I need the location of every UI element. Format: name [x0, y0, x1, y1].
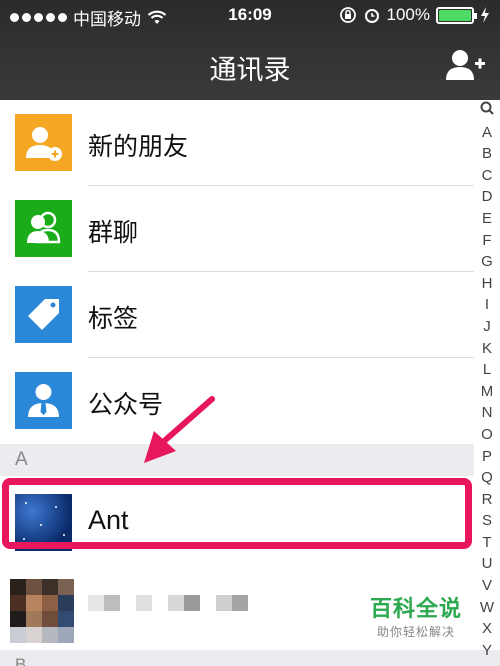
index-letter[interactable]: Y — [482, 640, 492, 662]
avatar — [10, 579, 74, 643]
tags-label: 标签 — [88, 305, 139, 333]
index-letter[interactable]: K — [482, 338, 492, 360]
index-letter[interactable]: A — [482, 122, 492, 144]
index-letter[interactable]: W — [480, 597, 494, 619]
index-letter[interactable]: V — [482, 575, 492, 597]
index-letter[interactable]: Z — [482, 661, 491, 666]
index-letter[interactable]: L — [483, 359, 491, 381]
group-chat-item[interactable]: 群聊 — [0, 186, 474, 272]
official-accounts-item[interactable]: 公众号 — [0, 358, 474, 444]
index-letter[interactable]: T — [482, 532, 491, 554]
blurred-name — [88, 595, 248, 611]
watermark: 百科全说 助你轻松解决 — [366, 591, 466, 640]
new-friends-item[interactable]: 新的朋友 — [0, 100, 474, 186]
section-header-b: B — [0, 650, 500, 666]
add-contact-icon — [446, 50, 485, 80]
index-letter[interactable]: D — [482, 186, 493, 208]
index-letter[interactable]: J — [483, 316, 491, 338]
index-letter[interactable]: G — [481, 251, 493, 273]
highlight-box — [2, 478, 472, 549]
index-bar[interactable]: A B C D E F G H I J K L M N O P Q R S T … — [474, 100, 500, 666]
alarm-icon — [364, 9, 379, 23]
charging-icon — [481, 7, 489, 23]
new-friends-label: 新的朋友 — [88, 133, 189, 161]
index-letter[interactable]: Q — [481, 467, 493, 489]
group-chat-icon — [15, 200, 72, 257]
rotation-lock-icon — [339, 7, 356, 23]
status-right: 100% — [339, 5, 490, 25]
index-letter[interactable]: M — [481, 381, 494, 403]
index-letter[interactable]: F — [482, 230, 491, 252]
index-letter[interactable]: N — [482, 402, 493, 424]
header: 中国移动 16:09 100% 通讯录 — [0, 0, 500, 100]
index-letter[interactable]: P — [482, 446, 492, 468]
index-letter[interactable]: E — [482, 208, 492, 230]
tags-item[interactable]: 标签 — [0, 272, 474, 358]
add-contact-button[interactable] — [446, 48, 486, 82]
index-letter[interactable]: U — [482, 553, 493, 575]
page-title: 通讯录 — [209, 55, 291, 85]
pointer-arrow-icon — [144, 396, 215, 463]
new-friend-icon — [15, 114, 72, 171]
tag-icon — [15, 286, 72, 343]
index-letter[interactable]: O — [481, 424, 493, 446]
index-letter[interactable]: I — [485, 294, 489, 316]
status-bar: 中国移动 16:09 100% — [0, 0, 500, 32]
index-letter[interactable]: H — [482, 273, 493, 295]
index-letter[interactable]: R — [482, 489, 493, 511]
index-letter[interactable]: C — [482, 165, 493, 187]
index-letter[interactable]: X — [482, 618, 492, 640]
official-account-icon — [15, 372, 72, 429]
battery-percent: 100% — [386, 5, 430, 24]
group-chat-label: 群聊 — [88, 219, 139, 247]
index-letter[interactable]: S — [482, 510, 492, 532]
index-search-icon[interactable] — [480, 100, 494, 122]
section-header-a: A — [0, 444, 474, 476]
watermark-title: 百科全说 — [369, 596, 462, 621]
battery-icon — [436, 6, 477, 24]
watermark-subtitle: 助你轻松解决 — [376, 625, 455, 639]
index-letter[interactable]: B — [482, 143, 492, 165]
